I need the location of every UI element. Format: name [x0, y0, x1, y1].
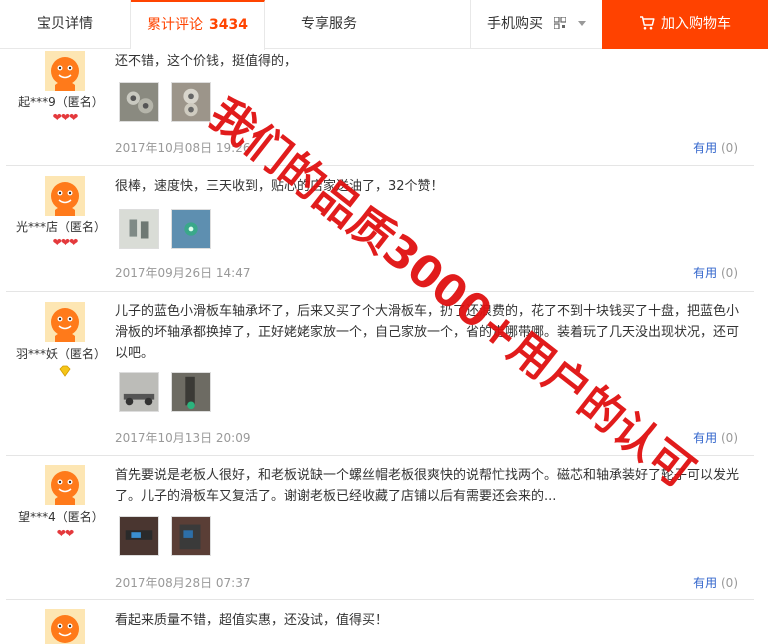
add-to-cart-label: 加入购物车 — [661, 16, 731, 32]
review-item: 看起来质量不错，超值实惠，还没试，值得买！ — [6, 600, 754, 644]
mobile-buy-label: 手机购买 — [487, 16, 544, 32]
reviewer-name: 光***店（匿名） — [15, 220, 106, 234]
review-content: 儿子的蓝色小滑板车轴承坏了，后来又买了个大滑板车，扔了还浪费的，花了不到十块钱买… — [115, 304, 740, 361]
tab-product-details[interactable]: 宝贝详情 — [0, 0, 131, 49]
review-date: 2017年10月13日 20:09 — [115, 431, 251, 445]
chevron-down-icon — [577, 21, 586, 26]
review-photo[interactable] — [119, 209, 159, 249]
review-content: 还不错，这个价钱，挺值得的， — [115, 54, 298, 69]
avatar-icon — [45, 465, 85, 505]
avatar-icon — [45, 609, 85, 644]
useful-label: 有用 — [693, 431, 718, 445]
useful-button[interactable]: 有用 (0) — [693, 574, 738, 591]
review-photos — [119, 209, 223, 252]
useful-count: (0) — [721, 141, 738, 155]
useful-label: 有用 — [693, 141, 718, 155]
reviewer-name: 望***4（匿名） — [18, 510, 104, 524]
review-photos — [119, 82, 223, 125]
reviewer-name: 起***9（匿名） — [18, 95, 104, 109]
add-to-cart-button[interactable]: 加入购物车 — [602, 0, 768, 49]
useful-label: 有用 — [693, 266, 718, 280]
heart-icon: ❤❤❤ — [52, 236, 79, 249]
mobile-buy-dropdown[interactable]: 手机购买 — [470, 0, 602, 49]
review-photo[interactable] — [171, 516, 211, 556]
heart-icon: ❤❤❤ — [52, 111, 79, 124]
tab-reviews-count: 3434 — [209, 17, 248, 33]
tab-reviews-label: 累计评论 — [147, 17, 204, 33]
heart-icon: ❤❤ — [56, 527, 74, 540]
review-item: 起***9（匿名） ❤❤❤ 还不错，这个价钱，挺值得的， 2017年10月08日… — [6, 49, 754, 166]
useful-label: 有用 — [693, 576, 718, 590]
useful-count: (0) — [721, 431, 738, 445]
review-item: 羽***妖（匿名） 儿子的蓝色小滑板车轴承坏了，后来又买了个大滑板车，扔了还浪费… — [6, 292, 754, 456]
review-photo[interactable] — [171, 209, 211, 249]
review-photo[interactable] — [171, 82, 211, 122]
review-date: 2017年09月26日 14:47 — [115, 266, 251, 280]
useful-count: (0) — [721, 266, 738, 280]
review-photos — [119, 372, 223, 415]
review-item: 望***4（匿名） ❤❤ 首先要说是老板人很好，和老板说缺一个螺丝帽老板很爽快的… — [6, 456, 754, 600]
cart-icon — [640, 16, 655, 30]
reviewer-name: 羽***妖（匿名） — [15, 347, 106, 361]
tab-reviews[interactable]: 累计评论 3434 — [131, 0, 265, 50]
tab-exclusive-service[interactable]: 专享服务 — [266, 0, 392, 49]
useful-count: (0) — [721, 576, 738, 590]
review-photo[interactable] — [171, 372, 211, 412]
review-date: 2017年10月08日 19:26 — [115, 141, 251, 155]
product-tab-bar: 宝贝详情 累计评论 3434 专享服务 手机购买 加入购物车 — [0, 0, 768, 50]
useful-button[interactable]: 有用 (0) — [693, 264, 738, 281]
avatar-icon — [45, 302, 85, 342]
review-content: 看起来质量不错，超值实惠，还没试，值得买！ — [115, 613, 389, 628]
diamond-icon — [59, 365, 71, 377]
review-item: 光***店（匿名） ❤❤❤ 很棒，速度快，三天收到，贴心的店家送油了，32个赞！… — [6, 166, 754, 292]
review-photo[interactable] — [119, 372, 159, 412]
review-content: 很棒，速度快，三天收到，贴心的店家送油了，32个赞！ — [115, 179, 444, 194]
review-photo[interactable] — [119, 516, 159, 556]
useful-button[interactable]: 有用 (0) — [693, 139, 738, 156]
avatar-icon — [45, 176, 85, 216]
useful-button[interactable]: 有用 (0) — [693, 429, 738, 446]
review-photo[interactable] — [119, 82, 159, 122]
review-content: 首先要说是老板人很好，和老板说缺一个螺丝帽老板很爽快的说帮忙找两个。磁芯和轴承装… — [115, 468, 740, 504]
review-photos — [119, 516, 223, 559]
avatar-icon — [45, 51, 85, 91]
qr-code-icon — [553, 17, 566, 29]
review-date: 2017年08月28日 07:37 — [115, 576, 251, 590]
